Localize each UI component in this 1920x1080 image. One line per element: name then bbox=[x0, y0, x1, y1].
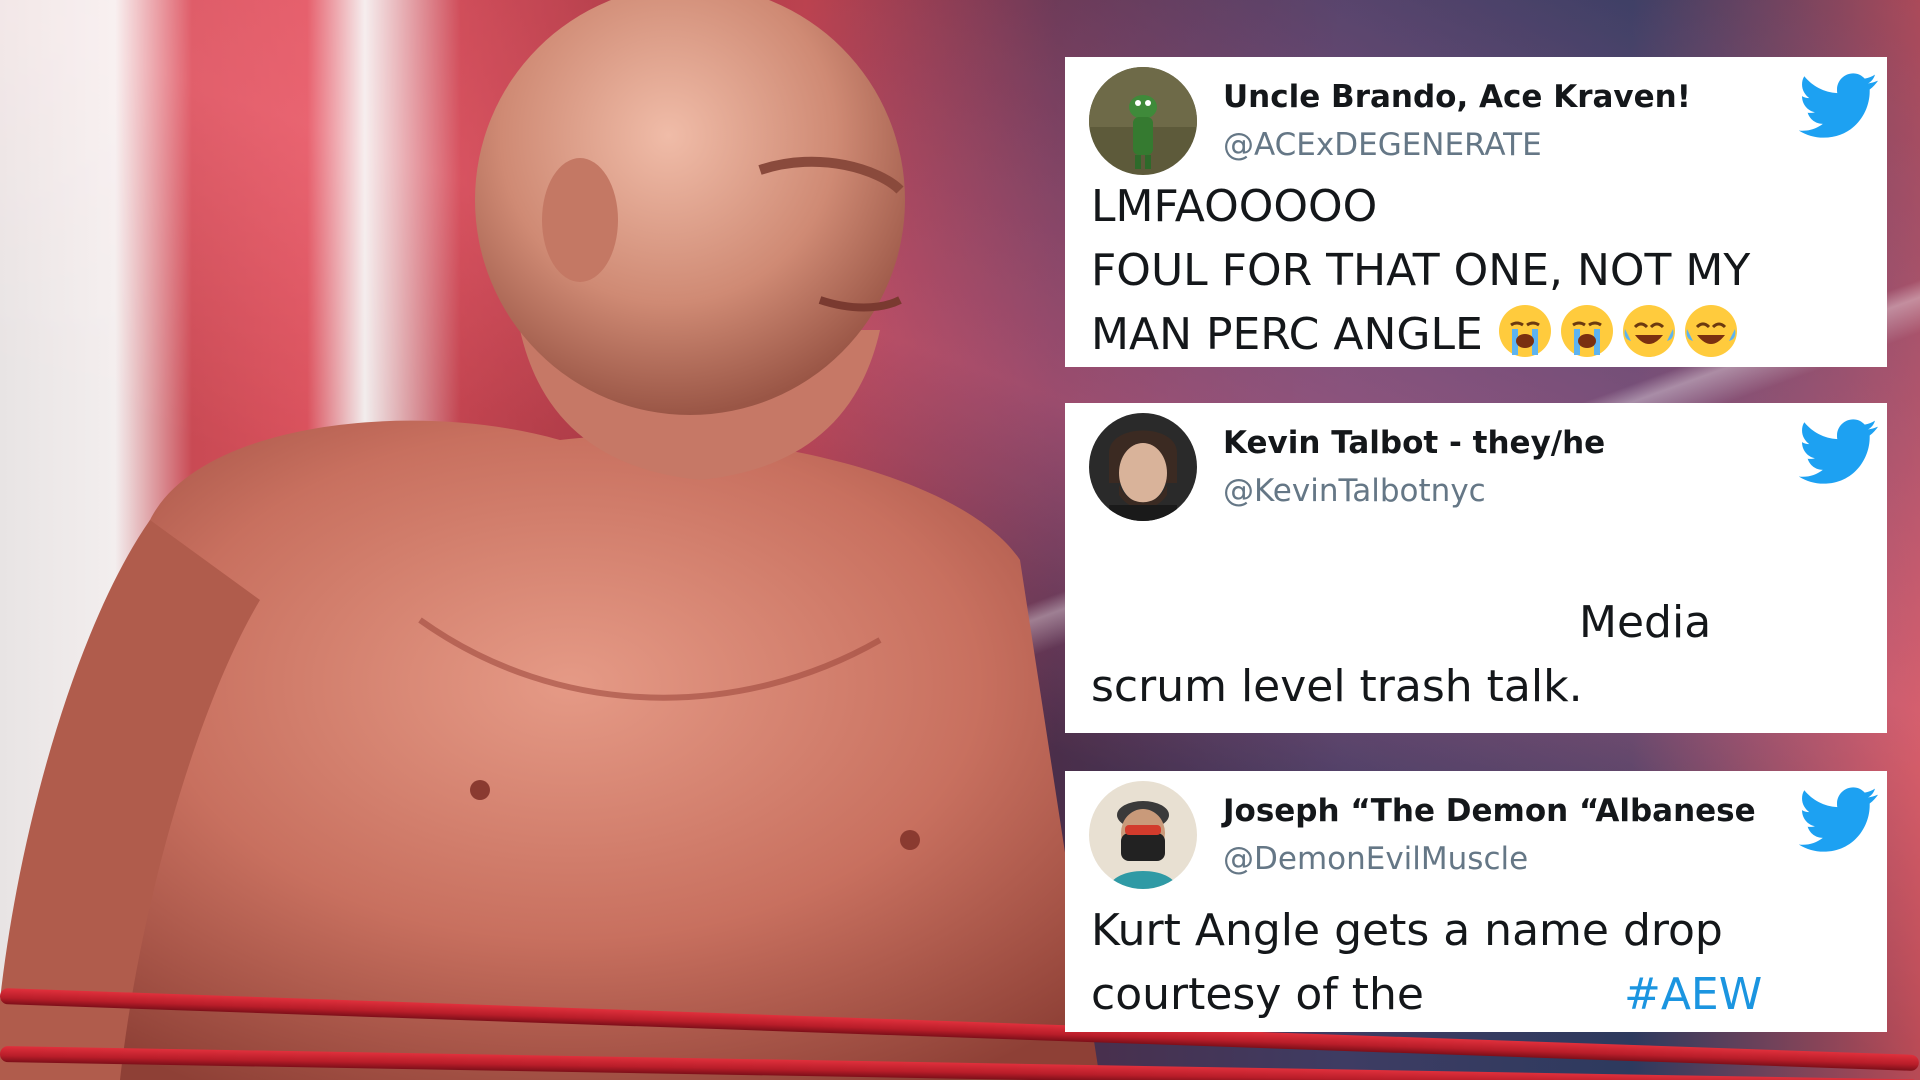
tweet-line-redacted-prefix: Media bbox=[1091, 591, 1867, 655]
loudly-crying-face-icon bbox=[1497, 303, 1553, 359]
tweet-line: MAN PERC ANGLE bbox=[1091, 309, 1483, 360]
tweet-line-with-emojis: MAN PERC ANGLE bbox=[1091, 303, 1867, 367]
tweet-line: courtesy of the bbox=[1091, 969, 1424, 1020]
tweet-line-with-hashtag: courtesy of the #AEW bbox=[1091, 963, 1867, 1027]
twitter-bird-icon bbox=[1799, 787, 1879, 853]
tweet-line: Kurt Angle gets a name drop bbox=[1091, 905, 1723, 956]
user-handle: @DemonEvilMuscle bbox=[1223, 841, 1529, 877]
tweet-text: Media scrum level trash talk. bbox=[1091, 591, 1867, 719]
tweet-card: Joseph “The Demon “Albanese @DemonEvilMu… bbox=[1065, 771, 1887, 1032]
loudly-crying-face-icon bbox=[1559, 303, 1615, 359]
tweet-text: LMFAOOOOO FOUL FOR THAT ONE, NOT MY MAN … bbox=[1091, 175, 1867, 367]
display-name: Joseph “The Demon “Albanese bbox=[1223, 793, 1756, 829]
twitter-bird-icon bbox=[1799, 73, 1879, 139]
avatar bbox=[1089, 781, 1197, 889]
tears-of-joy-face-icon bbox=[1621, 303, 1677, 359]
tears-of-joy-face-icon bbox=[1683, 303, 1739, 359]
display-name: Kevin Talbot - they/he bbox=[1223, 425, 1606, 461]
twitter-bird-icon bbox=[1799, 419, 1879, 485]
tweet-line: FOUL FOR THAT ONE, NOT MY bbox=[1091, 245, 1751, 296]
tweet-line: Media bbox=[1579, 597, 1712, 648]
hashtag-link[interactable]: #AEW bbox=[1624, 969, 1762, 1020]
tweet-line: LMFAOOOOO bbox=[1091, 181, 1378, 232]
user-handle: @KevinTalbotnyc bbox=[1223, 473, 1486, 509]
tweet-text: Kurt Angle gets a name drop courtesy of … bbox=[1091, 899, 1867, 1027]
avatar bbox=[1089, 413, 1197, 521]
wrestler-photo bbox=[0, 0, 1100, 1080]
user-handle: @ACExDEGENERATE bbox=[1223, 127, 1542, 163]
tweet-card: Kevin Talbot - they/he @KevinTalbotnyc M… bbox=[1065, 403, 1887, 733]
tweet-line: scrum level trash talk. bbox=[1091, 661, 1583, 712]
display-name: Uncle Brando, Ace Kraven! bbox=[1223, 79, 1691, 115]
composite-image: Uncle Brando, Ace Kraven! @ACExDEGENERAT… bbox=[0, 0, 1920, 1080]
avatar bbox=[1089, 67, 1197, 175]
tweet-card: Uncle Brando, Ace Kraven! @ACExDEGENERAT… bbox=[1065, 57, 1887, 367]
